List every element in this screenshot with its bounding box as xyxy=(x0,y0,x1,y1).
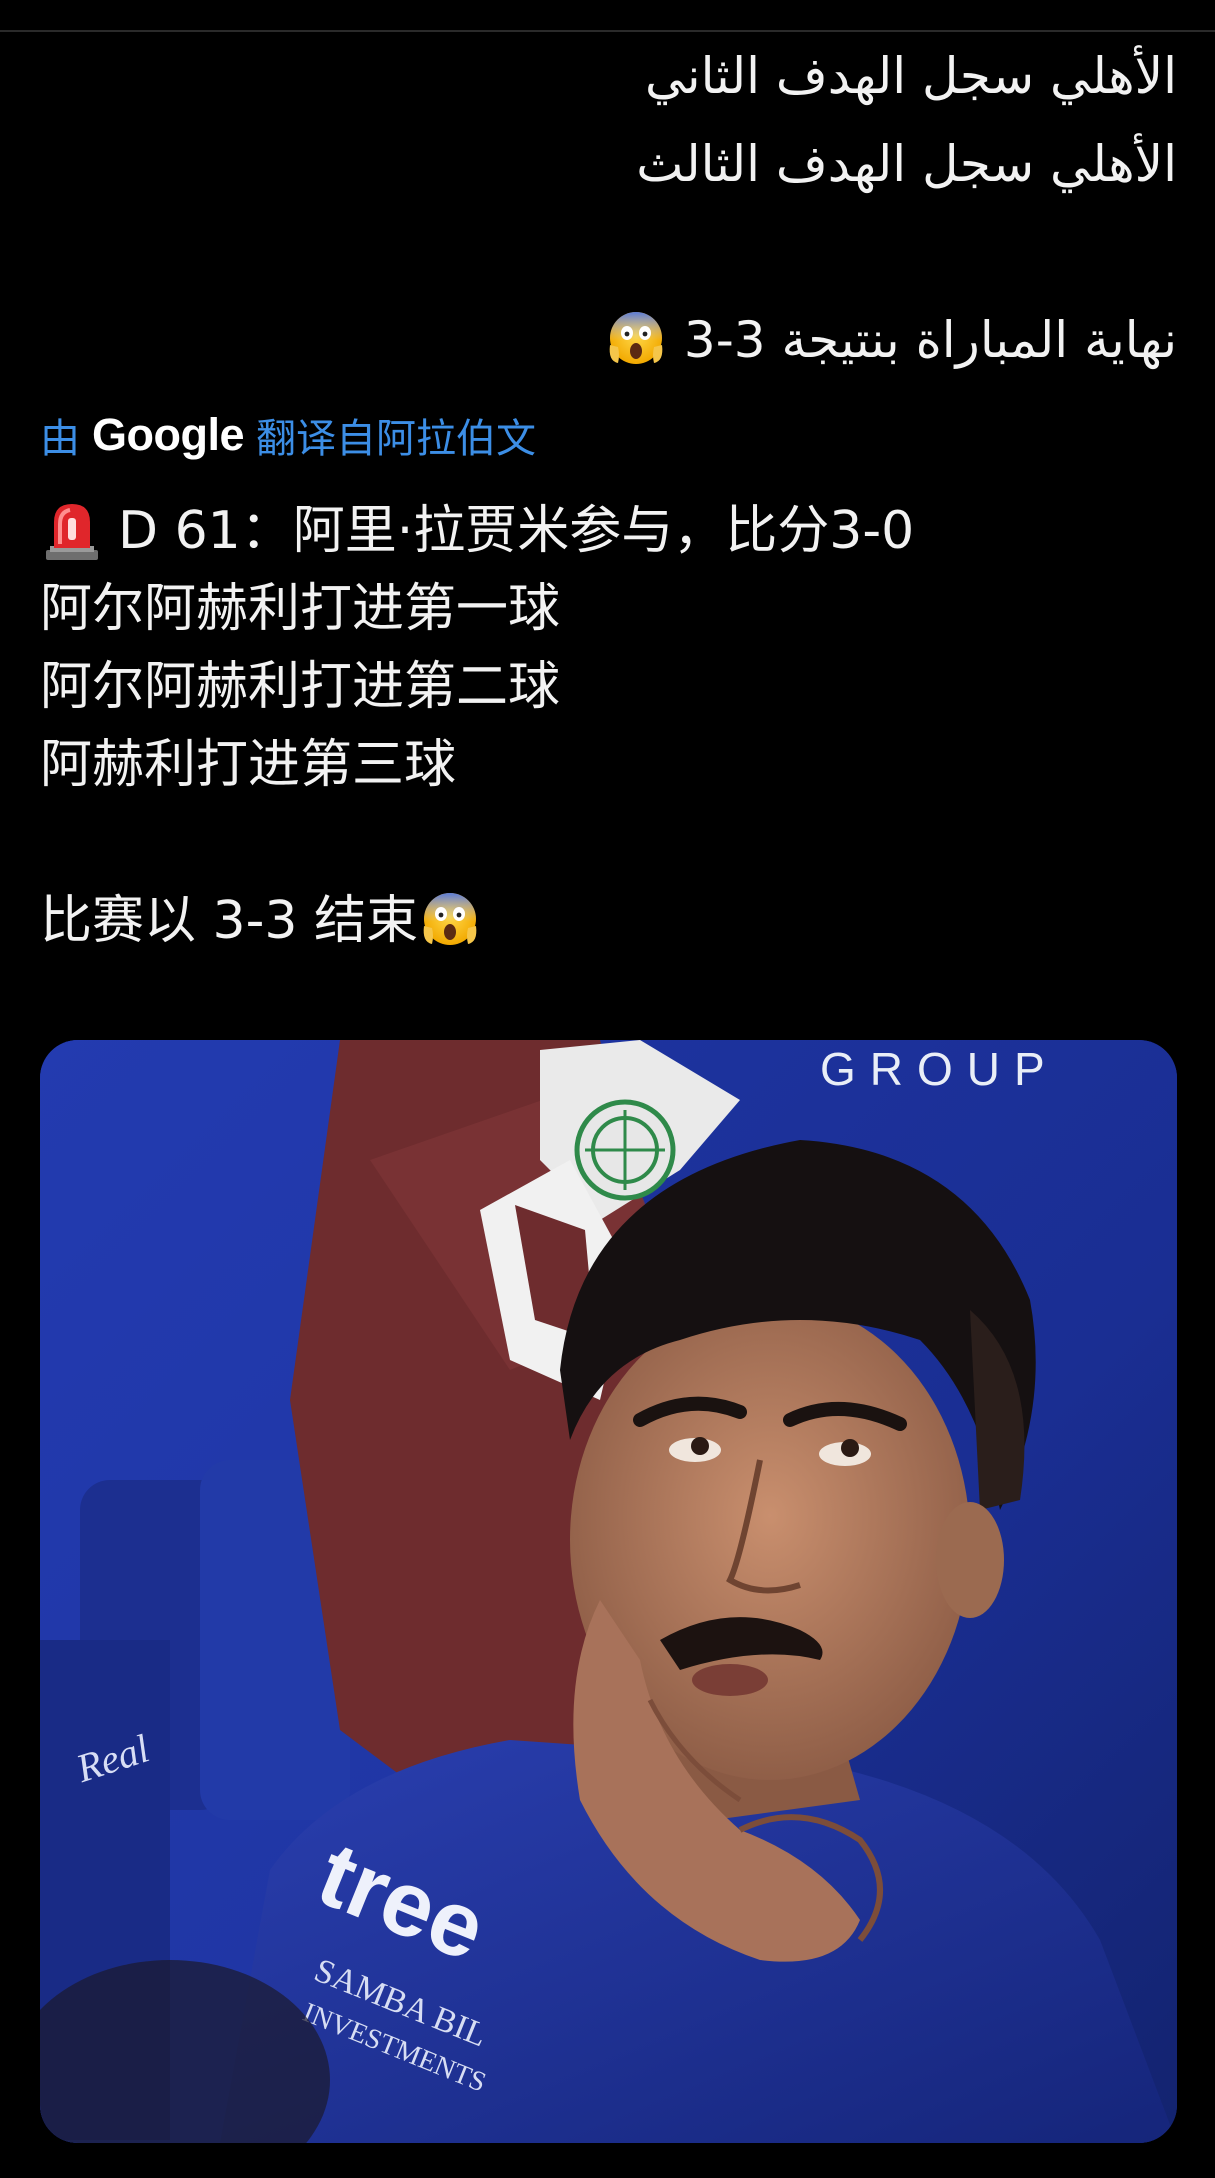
police-car-light-icon xyxy=(46,504,98,560)
translation-source-label[interactable]: 翻译自阿拉伯文 xyxy=(256,406,536,464)
original-line-1: الأهلي سجل الهدف الثاني xyxy=(644,47,1177,105)
translated-line-3: 阿尔阿赫利打进第二球 xyxy=(40,657,561,717)
translation-prefix: 由 xyxy=(40,416,80,462)
translated-line-4: 阿赫利打进第三球 xyxy=(40,735,457,795)
player-photo: GROUP Real tree SAMBA BIL INVESTMENTS xyxy=(40,1040,1177,2143)
original-line-2: الأهلي سجل الهدف الثالث xyxy=(636,135,1177,193)
translated-line-6-text: 比赛以 3-3 结束 xyxy=(40,891,418,951)
post-photo[interactable]: GROUP Real tree SAMBA BIL INVESTMENTS xyxy=(40,1040,1177,2143)
face-screaming-in-fear-icon xyxy=(423,893,477,945)
original-line-4-text: نهاية المباراة بنتيجة 3-3 xyxy=(683,311,1177,369)
original-post-text: الأهلي سجل الهدف الثاني الأهلي سجل الهدف… xyxy=(57,32,1177,384)
original-line-4: نهاية المباراة بنتيجة 3-3 xyxy=(57,296,1177,384)
google-brand: Google xyxy=(92,409,245,460)
translated-line-6: 比赛以 3-3 结束 xyxy=(40,882,1180,960)
translated-line-1: D 61：阿里·拉贾米参与，比分3-0 xyxy=(40,492,1180,570)
face-screaming-in-fear-icon xyxy=(609,312,663,364)
translated-line-1-text: D 61：阿里·拉贾米参与，比分3-0 xyxy=(118,501,915,561)
translation-attribution[interactable]: 由 Google 翻译自阿拉伯文 xyxy=(40,405,536,465)
translated-line-2: 阿尔阿赫利打进第一球 xyxy=(40,579,561,639)
svg-text:GROUP: GROUP xyxy=(820,1043,1059,1095)
translated-post-text: D 61：阿里·拉贾米参与，比分3-0 阿尔阿赫利打进第一球 阿尔阿赫利打进第二… xyxy=(40,492,1180,960)
